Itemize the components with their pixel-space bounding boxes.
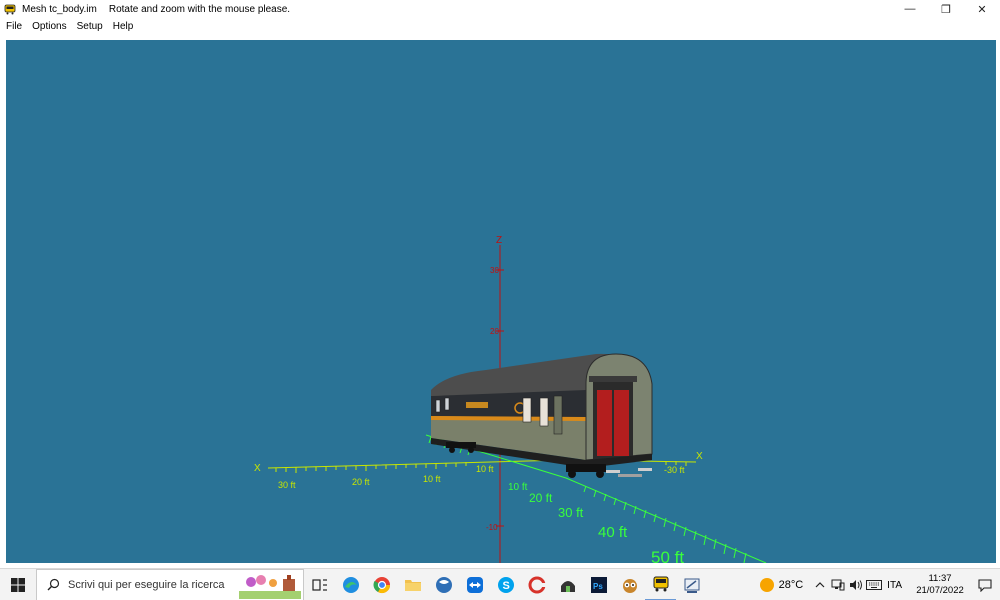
close-button[interactable]: ✕: [964, 0, 1000, 18]
mesh-scene[interactable]: Z 30 20 10 -10 X X 30: [6, 40, 996, 563]
z-tick-30: 30: [490, 266, 499, 275]
x-tick-minus30ft: -30 ft: [664, 465, 685, 475]
menu-file[interactable]: File: [0, 21, 27, 32]
windows-logo-icon: [11, 577, 25, 592]
sun-icon: [759, 578, 774, 592]
carriage-window: [444, 397, 450, 411]
x-tick-20ft: 20 ft: [352, 477, 370, 487]
taskbar-skype[interactable]: S: [490, 569, 521, 600]
title-bar: Mesh tc_body.im Rotate and zoom with the…: [0, 0, 1000, 18]
svg-text:S: S: [502, 580, 509, 592]
carriage-window: [435, 399, 441, 413]
editor-app-icon: [684, 578, 699, 593]
dome-app-icon: [560, 580, 575, 592]
taskbar-mesh-viewer[interactable]: [645, 569, 676, 600]
taskbar-app-owl[interactable]: [614, 569, 645, 600]
svg-text:Ps: Ps: [593, 582, 603, 591]
train-carriage-mesh[interactable]: [431, 353, 653, 478]
carriage-end-roof-hood: [589, 376, 637, 382]
x-axis-label-left: X: [254, 463, 261, 474]
3d-viewport[interactable]: Z 30 20 10 -10 X X 30: [6, 40, 996, 563]
windows-taskbar: Scrivi qui per eseguire la ricerca S Ps …: [0, 568, 1000, 600]
y-tick-30ft: 30 ft: [558, 505, 584, 520]
taskbar-teamviewer[interactable]: [459, 569, 490, 600]
notification-icon: [978, 578, 992, 592]
system-tray: 28°C ITA 11:37 21/07/2022: [759, 569, 1000, 600]
z-tick-minus10: -10: [486, 523, 498, 532]
tray-network-button[interactable]: [829, 569, 847, 600]
menu-help[interactable]: Help: [108, 21, 139, 32]
carriage-coupler: [618, 474, 642, 477]
folder-icon: [404, 579, 421, 591]
window-title: Mesh tc_body.im: [22, 3, 97, 15]
start-button[interactable]: [0, 569, 36, 600]
skype-icon: S: [497, 576, 514, 593]
train-app-icon: [653, 576, 668, 591]
carriage-window: [522, 397, 532, 423]
input-language-indicator[interactable]: ITA: [887, 580, 902, 591]
z-axis-label: Z: [496, 235, 502, 246]
search-placeholder: Scrivi qui per eseguire la ricerca: [68, 578, 225, 591]
window-controls: — ❐ ✕: [892, 0, 1000, 18]
taskbar-file-explorer[interactable]: [397, 569, 428, 600]
minimize-button[interactable]: —: [892, 0, 928, 18]
carriage-end-door-left: [597, 390, 612, 456]
photoshop-icon: Ps: [590, 576, 607, 593]
tulips-search-highlight-icon: [239, 574, 301, 599]
tray-keyboard-button[interactable]: [865, 569, 883, 600]
search-icon: [47, 578, 60, 591]
taskbar-app-globe[interactable]: [428, 569, 459, 600]
notifications-button[interactable]: [970, 569, 1000, 600]
clock-date: 21/07/2022: [916, 585, 964, 596]
clock-time: 11:37: [928, 573, 952, 584]
menu-bar: File Options Setup Help: [0, 18, 1000, 34]
taskbar-clock[interactable]: 11:37 21/07/2022: [910, 573, 970, 597]
network-icon: [831, 579, 845, 591]
taskbar-app-editor[interactable]: [676, 569, 707, 600]
train-app-icon: [4, 4, 16, 15]
teamviewer-icon: [466, 576, 483, 593]
window-hint: Rotate and zoom with the mouse please.: [108, 3, 291, 15]
keyboard-icon: [866, 580, 883, 590]
y-tick-10ft: 10 ft: [508, 482, 528, 493]
carriage-end-door-right: [614, 390, 629, 456]
taskbar-search-box[interactable]: Scrivi qui per eseguire la ricerca: [36, 568, 304, 600]
app-window: Mesh tc_body.im Rotate and zoom with the…: [0, 0, 1000, 600]
menu-setup[interactable]: Setup: [72, 21, 108, 32]
globe-app-icon: [435, 576, 452, 593]
tray-volume-button[interactable]: [847, 569, 865, 600]
carriage-buffer: [606, 470, 620, 473]
y-tick-50ft: 50 ft: [651, 548, 684, 563]
speaker-icon: [850, 580, 863, 590]
x-axis-label-right: X: [696, 451, 703, 462]
chrome-browser-icon: [373, 576, 390, 593]
taskbar-edge[interactable]: [335, 569, 366, 600]
tray-overflow-button[interactable]: [811, 569, 829, 600]
x-tick-10ft: 10 ft: [423, 474, 441, 484]
taskbar-ccleaner[interactable]: [521, 569, 552, 600]
owl-app-icon: [622, 578, 637, 593]
carriage-bogie-front: [566, 464, 606, 478]
x-tick-10ft-near: 10 ft: [476, 464, 494, 474]
edge-browser-icon: [342, 576, 359, 593]
taskbar-photoshop[interactable]: Ps: [583, 569, 614, 600]
ccleaner-icon: [528, 576, 546, 593]
y-tick-40ft: 40 ft: [598, 524, 628, 541]
weather-temperature: 28°C: [778, 579, 804, 591]
carriage-logo-text: [466, 402, 488, 408]
weather-widget[interactable]: 28°C: [759, 578, 804, 592]
carriage-buffer: [638, 468, 652, 471]
y-tick-20ft: 20 ft: [529, 491, 553, 505]
task-view-icon: [311, 578, 327, 591]
taskbar-chrome[interactable]: [366, 569, 397, 600]
carriage-door-side: [553, 395, 563, 435]
restore-button[interactable]: ❐: [928, 0, 964, 18]
menu-options[interactable]: Options: [27, 21, 71, 32]
chevron-up-icon: [815, 582, 825, 588]
z-tick-20: 20: [490, 327, 499, 336]
x-tick-30ft: 30 ft: [278, 480, 296, 490]
task-view-button[interactable]: [304, 569, 335, 600]
carriage-window: [539, 397, 549, 427]
taskbar-app-dome[interactable]: [552, 569, 583, 600]
